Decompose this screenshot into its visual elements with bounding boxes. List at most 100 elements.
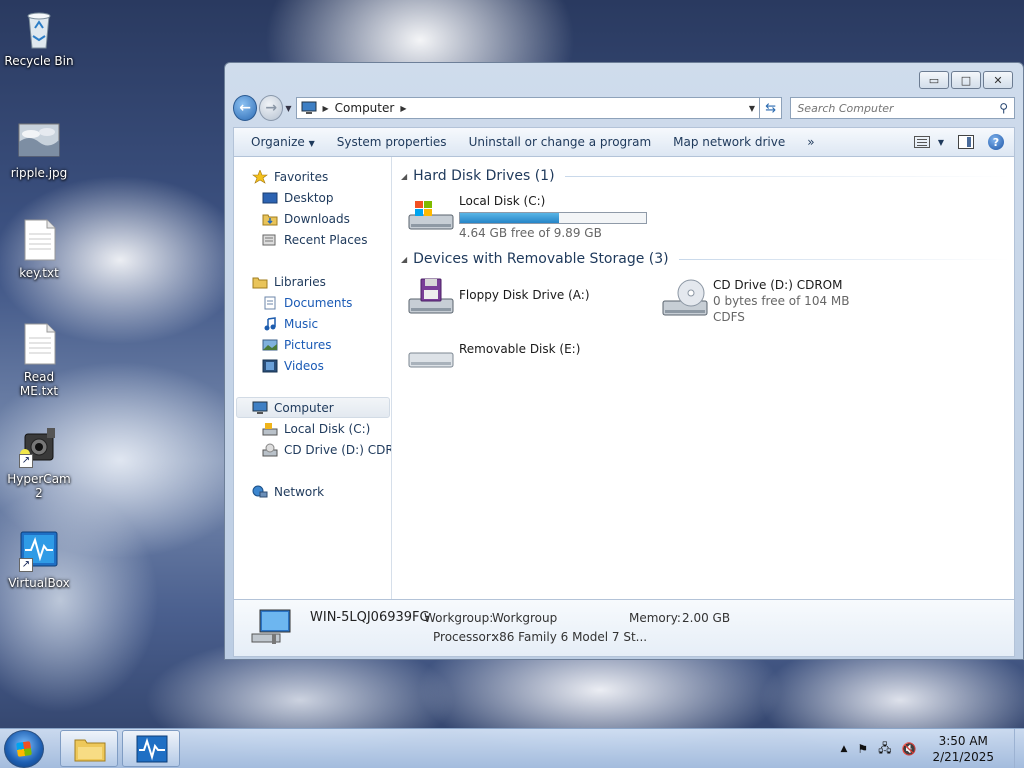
nav-cd-drive[interactable]: CD Drive (D:) CDROM — [262, 440, 391, 460]
uninstall-program-button[interactable]: Uninstall or change a program — [462, 135, 667, 149]
clock-date: 2/21/2025 — [932, 750, 994, 764]
arrow-right-icon: → — [265, 100, 278, 116]
address-bar[interactable]: ▶ Computer ▶ ▼ — [295, 97, 761, 119]
cd-drive-icon — [661, 277, 709, 323]
desktop-icon-label: key.txt — [19, 266, 59, 280]
network-status-icon[interactable]: 🖧 — [878, 739, 891, 760]
processor-value: x86 Family 6 Model 7 St... — [492, 630, 648, 644]
image-file-icon — [17, 118, 61, 162]
maximize-button[interactable]: □ — [951, 71, 981, 89]
breadcrumb-separator-icon[interactable]: ▶ — [400, 104, 406, 113]
nav-videos-label: Videos — [284, 359, 324, 373]
forward-button[interactable]: → — [259, 95, 284, 121]
drive-filesystem: CDFS — [713, 310, 745, 324]
nav-documents-label: Documents — [284, 296, 353, 310]
main-pane: ◢ Hard Disk Drives (1) Local Disk (C:) 4… — [393, 157, 1014, 599]
arrow-left-icon: ← — [239, 100, 251, 116]
action-center-flag-icon[interactable]: ⚑ — [857, 742, 868, 756]
refresh-icon: ⇆ — [765, 100, 777, 116]
nav-favorites[interactable]: Favorites — [252, 167, 328, 187]
navigation-bar: ← → ▼ ▶ Computer ▶ ▼ ⇆ ⚲ — [233, 95, 1015, 121]
start-button[interactable] — [4, 730, 44, 768]
drive-free-space: 0 bytes free of 104 MB — [713, 294, 850, 308]
explorer-window: ▭ □ ✕ ← → ▼ ▶ Computer ▶ ▼ ⇆ ⚲ Organize … — [224, 62, 1024, 660]
hard-disk-icon — [262, 422, 278, 436]
desktop-icon-recycle-bin[interactable]: Recycle Bin — [4, 6, 74, 68]
documents-icon — [262, 296, 278, 310]
drive-local-disk-c[interactable]: Local Disk (C:) 4.64 GB free of 9.89 GB — [407, 193, 647, 241]
breadcrumb-separator-icon[interactable]: ▶ — [323, 104, 329, 113]
close-button[interactable]: ✕ — [983, 71, 1013, 89]
downloads-icon — [262, 212, 278, 226]
show-hidden-icons-icon[interactable]: ▲ — [840, 744, 847, 754]
help-icon[interactable]: ? — [988, 134, 1004, 150]
organize-button[interactable]: Organize ▼ — [244, 135, 330, 149]
show-desktop-button[interactable] — [1014, 729, 1024, 768]
preview-pane-icon[interactable] — [958, 135, 974, 149]
recent-pages-dropdown[interactable]: ▼ — [285, 104, 291, 113]
nav-desktop[interactable]: Desktop — [262, 188, 334, 208]
computer-monitor-icon — [251, 609, 291, 644]
nav-music[interactable]: Music — [262, 314, 318, 334]
nav-libraries-label: Libraries — [274, 275, 326, 289]
clock-time: 3:50 AM — [938, 734, 988, 748]
clock[interactable]: 3:50 AM 2/21/2025 — [932, 733, 994, 765]
desktop-icon-hypercam[interactable]: ↗ HyperCam 2 — [4, 424, 74, 500]
disk-usage-fill — [460, 213, 559, 223]
memory-value: 2.00 GB — [682, 611, 731, 625]
nav-videos[interactable]: Videos — [262, 356, 324, 376]
desktop-icon-label: Recycle Bin — [4, 54, 74, 68]
camera-icon: ↗ — [17, 424, 61, 468]
drive-cd-d[interactable]: CD Drive (D:) CDROM 0 bytes free of 104 … — [661, 277, 849, 325]
more-commands-button[interactable]: » — [800, 135, 829, 149]
search-icon[interactable]: ⚲ — [999, 101, 1008, 115]
desktop-icon-virtualbox[interactable]: ↗ VirtualBox — [4, 528, 74, 590]
map-network-drive-button[interactable]: Map network drive — [666, 135, 800, 149]
desktop-icon-label: VirtualBox — [8, 576, 70, 590]
nav-local-disk-label: Local Disk (C:) — [284, 422, 371, 436]
desktop-icon-key-txt[interactable]: key.txt — [4, 218, 74, 280]
nav-recent-label: Recent Places — [284, 233, 368, 247]
desktop-icon-ripple-jpg[interactable]: ripple.jpg — [4, 118, 74, 180]
group-header-hard-disks[interactable]: ◢ Hard Disk Drives (1) — [401, 166, 1010, 186]
minimize-button[interactable]: ▭ — [919, 71, 949, 89]
refresh-button[interactable]: ⇆ — [760, 97, 783, 119]
breadcrumb-computer[interactable]: Computer — [335, 101, 395, 115]
system-tray: ▲ ⚑ 🖧 🔇 3:50 AM 2/21/2025 — [840, 729, 1024, 768]
desktop-icon-readme-txt[interactable]: Read ME.txt — [4, 322, 74, 398]
address-dropdown-icon[interactable]: ▼ — [749, 104, 755, 113]
text-file-icon — [17, 322, 61, 366]
nav-libraries[interactable]: Libraries — [252, 272, 326, 292]
change-view-button[interactable]: ▼ — [913, 136, 944, 148]
nav-pictures[interactable]: Pictures — [262, 335, 332, 355]
music-icon — [262, 317, 278, 331]
taskbar-virtualbox-button[interactable] — [122, 730, 180, 767]
search-box[interactable]: ⚲ — [790, 97, 1015, 119]
drive-removable-e[interactable]: Removable Disk (E:) — [407, 341, 580, 387]
recycle-bin-icon — [17, 6, 61, 50]
drive-name: Local Disk (C:) — [459, 194, 546, 208]
shortcut-arrow-icon: ↗ — [19, 454, 33, 468]
nav-network[interactable]: Network — [252, 482, 324, 502]
chevron-down-icon: ▼ — [937, 137, 944, 147]
nav-local-disk[interactable]: Local Disk (C:) — [262, 419, 370, 439]
back-button[interactable]: ← — [233, 95, 258, 121]
group-header-removable[interactable]: ◢ Devices with Removable Storage (3) — [401, 249, 1010, 269]
nav-desktop-label: Desktop — [284, 191, 334, 205]
search-input[interactable] — [797, 101, 1000, 115]
chevron-down-icon: ▼ — [308, 139, 315, 148]
nav-music-label: Music — [284, 317, 319, 331]
system-properties-button[interactable]: System properties — [330, 135, 462, 149]
drive-floppy-a[interactable]: Floppy Disk Drive (A:) — [407, 277, 590, 323]
taskbar-explorer-button[interactable] — [60, 730, 118, 767]
navigation-pane: Favorites Desktop Downloads Recent Place… — [234, 157, 392, 599]
group-divider — [564, 175, 1010, 177]
nav-documents[interactable]: Documents — [262, 293, 352, 313]
videos-icon — [262, 359, 278, 373]
nav-downloads-label: Downloads — [284, 212, 350, 226]
floppy-drive-icon — [407, 277, 455, 323]
nav-recent-places[interactable]: Recent Places — [262, 230, 367, 250]
nav-computer[interactable]: Computer — [252, 398, 334, 418]
nav-downloads[interactable]: Downloads — [262, 209, 350, 229]
volume-muted-icon[interactable]: 🔇 — [902, 742, 917, 756]
